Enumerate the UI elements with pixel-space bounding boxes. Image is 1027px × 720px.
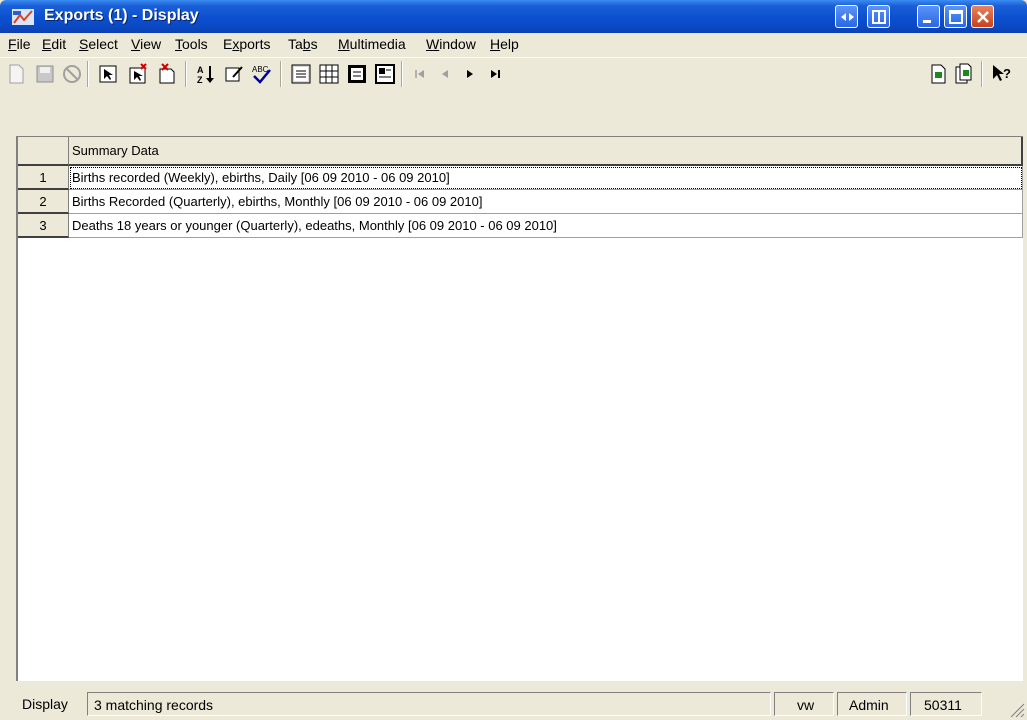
toolbar-separator [981,61,983,87]
status-count: 50311 [910,692,982,716]
application-window: Exports (1) - Display File Edit Select V… [0,0,1027,720]
title-bar[interactable]: Exports (1) - Display [0,0,1027,33]
menu-help[interactable]: Help [490,36,519,52]
status-user: Admin [837,692,907,716]
window-title: Exports (1) - Display [44,7,199,24]
row-number[interactable]: 3 [18,214,69,238]
restore-arrows-button[interactable] [835,5,858,28]
status-user-short: vw [774,692,834,716]
row-number[interactable]: 2 [18,190,69,214]
report-icon[interactable] [926,62,950,86]
svg-text:A: A [197,65,204,75]
menu-edit[interactable]: Edit [42,36,66,52]
last-record-icon[interactable] [484,62,508,86]
edit-icon[interactable] [222,62,246,86]
menu-tabs[interactable]: Tabs [288,36,318,52]
list-view-icon[interactable] [289,62,313,86]
select-new-icon[interactable] [126,62,150,86]
menu-view[interactable]: View [131,36,161,52]
table-view-icon[interactable] [317,62,341,86]
menu-multimedia[interactable]: Multimedia [338,36,406,52]
spellcheck-icon[interactable]: ABC [250,62,274,86]
column-header-summary-data[interactable]: Summary Data [69,137,1023,166]
next-record-icon[interactable] [458,62,482,86]
toolbar-separator [280,61,282,87]
sort-icon[interactable]: AZ [194,62,218,86]
select-icon[interactable] [96,62,120,86]
table-row[interactable]: Births recorded (Weekly), ebirths, Daily… [69,166,1023,190]
table-row[interactable]: Births Recorded (Quarterly), ebirths, Mo… [69,190,1023,214]
svg-text:?: ? [1003,66,1011,81]
tile-icon [872,10,886,24]
data-grid[interactable]: Summary Data 1 Births recorded (Weekly),… [16,136,1023,681]
close-button[interactable] [971,5,994,28]
deselect-icon[interactable] [155,62,179,86]
grid-corner-header[interactable] [18,137,69,166]
table-row[interactable]: Deaths 18 years or younger (Quarterly), … [69,214,1023,238]
menu-window[interactable]: Window [426,36,476,52]
save-icon[interactable] [33,62,57,86]
previous-record-icon[interactable] [433,62,457,86]
image-view-icon[interactable] [373,62,397,86]
menu-bar: File Edit Select View Tools Exports Tabs… [0,33,1027,56]
menu-exports[interactable]: Exports [223,36,270,52]
app-logo-icon [12,9,34,25]
resize-grip-icon[interactable] [1007,700,1025,718]
toolbar: AZ ABC ? [0,57,1027,134]
maximize-button[interactable] [944,5,967,28]
form-view-icon[interactable] [345,62,369,86]
close-icon [977,11,989,23]
menu-tools[interactable]: Tools [175,36,208,52]
minimize-button[interactable] [917,5,940,28]
toolbar-separator [401,61,403,87]
status-bar: Display 3 matching records vw Admin 5031… [16,686,1027,720]
toolbar-separator [185,61,187,87]
menu-file[interactable]: File [8,36,31,52]
toolbar-separator [87,61,89,87]
tile-button[interactable] [867,5,890,28]
menu-select[interactable]: Select [79,36,118,52]
status-record-count: 3 matching records [87,692,771,716]
report-copy-icon[interactable] [952,62,976,86]
svg-text:Z: Z [197,75,203,85]
help-pointer-icon[interactable]: ? [990,62,1014,86]
new-icon[interactable] [4,62,28,86]
minimize-icon [923,20,931,23]
swap-arrows-icon [841,13,854,21]
first-record-icon[interactable] [408,62,432,86]
row-number[interactable]: 1 [18,166,69,190]
cancel-icon[interactable] [60,62,84,86]
maximize-icon [949,10,963,24]
status-mode: Display [22,696,68,712]
